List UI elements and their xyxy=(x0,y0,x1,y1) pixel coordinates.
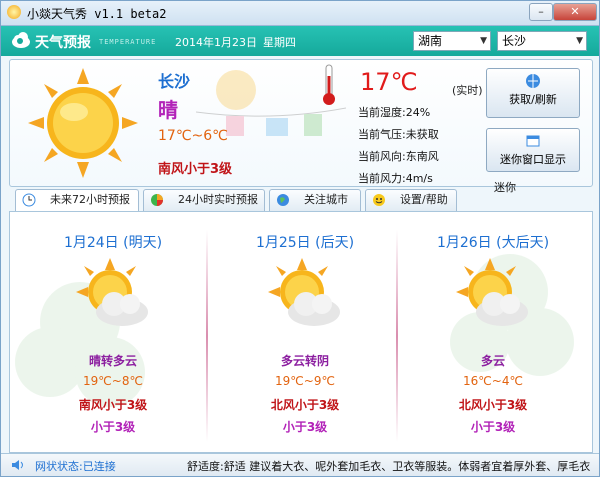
tab-settings-help[interactable]: 设置/帮助 xyxy=(365,189,457,211)
refresh-globe-icon xyxy=(526,74,540,88)
current-city: 长沙 xyxy=(158,72,191,91)
thermometer-icon xyxy=(323,64,335,105)
forecast-condition: 多云转阴 xyxy=(280,354,329,368)
app-window: 小燚天气秀 v1.1 beta2 – ✕ 天气预报 TEMPERATURE 20… xyxy=(0,0,600,477)
partly-cloudy-icon xyxy=(76,258,148,326)
current-date: 2014年1月23日 xyxy=(175,36,257,49)
smiley-icon xyxy=(373,194,385,206)
speaker-icon[interactable] xyxy=(11,459,25,471)
mini-window-button[interactable]: 迷你窗口显示 xyxy=(486,128,580,172)
forecast-date: 1月26日 (大后天) xyxy=(436,235,550,251)
pie-chart-icon xyxy=(151,194,163,206)
today-temp-range: 17℃~6℃ xyxy=(158,128,228,144)
status-bar: 网状状态:已连接 舒适度:舒适 建议着大衣、呢外套加毛衣、卫衣等服装。体弱者宜着… xyxy=(1,453,599,476)
cloud-logo-icon xyxy=(12,32,30,48)
wind-direction-text: 当前风向:东南风 xyxy=(358,150,439,163)
partly-cloudy-icon xyxy=(456,258,528,326)
tab-label: 未来72小时预报 xyxy=(50,193,130,206)
wind-force-text: 当前风力:4m/s xyxy=(358,172,433,185)
tab-label: 24小时实时预报 xyxy=(178,193,258,206)
minimize-button[interactable]: – xyxy=(529,3,553,21)
forecast-wind: 南风小于3级 xyxy=(78,398,148,412)
today-wind: 南风小于3级 xyxy=(158,162,233,177)
province-value: 湖南 xyxy=(418,34,443,48)
window-title: 小燚天气秀 v1.1 beta2 xyxy=(27,7,167,21)
forecast-wind: 北风小于3级 xyxy=(458,398,528,412)
comfort-advice: 舒适度:舒适 建议着大衣、呢外套加毛衣、卫衣等服装。体弱者宜着厚外套、厚毛衣 xyxy=(187,460,591,473)
forecast-wind-force: 小于3级 xyxy=(470,420,516,434)
clock-icon xyxy=(22,193,36,207)
forecast-date: 1月24日 (明天) xyxy=(63,235,163,251)
forecast-temp: 16℃~4℃ xyxy=(463,374,523,388)
logo-subtitle: TEMPERATURE xyxy=(99,38,157,46)
forecast-wind-force: 小于3级 xyxy=(90,420,136,434)
forecast-wind-force: 小于3级 xyxy=(282,420,328,434)
tab-label: 关注城市 xyxy=(304,193,348,206)
current-weather-panel: 长沙 晴 17℃~6℃ 南风小于3级 17℃ (实时) 当前湿度:24% 当前气… xyxy=(9,59,593,194)
tab-label: 设置/帮助 xyxy=(400,193,448,206)
province-select[interactable]: 湖南 ▼ xyxy=(413,31,491,51)
title-bar[interactable]: 小燚天气秀 v1.1 beta2 – ✕ xyxy=(1,1,599,26)
app-sun-icon xyxy=(7,5,21,19)
forecast-date: 1月25日 (后天) xyxy=(255,235,355,251)
sunny-icon xyxy=(28,68,138,178)
chevron-down-icon: ▼ xyxy=(480,36,487,46)
city-value: 长沙 xyxy=(502,34,527,48)
tab-bar: 未来72小时预报 24小时实时预报 关注城市 设置/帮助 xyxy=(15,189,485,212)
tab-72h-forecast[interactable]: 未来72小时预报 xyxy=(15,189,139,212)
refresh-label: 获取/刷新 xyxy=(509,93,557,106)
close-button[interactable]: ✕ xyxy=(553,3,597,21)
current-weekday: 星期四 xyxy=(263,36,296,49)
header-bar: 天气预报 TEMPERATURE 2014年1月23日 星期四 湖南 ▼ 长沙 … xyxy=(1,26,599,56)
partly-cloudy-icon xyxy=(268,258,340,326)
tab-watch-cities[interactable]: 关注城市 xyxy=(269,189,361,211)
current-temperature: 17℃ xyxy=(360,68,418,96)
network-status: 网状状态:已连接 xyxy=(35,460,116,473)
logo-title: 天气预报 xyxy=(35,35,91,51)
forecast-wind: 北风小于3级 xyxy=(270,398,340,412)
current-condition: 晴 xyxy=(158,98,178,122)
mini-window-icon xyxy=(526,135,540,147)
globe-icon xyxy=(277,194,289,206)
forecast-condition: 多云 xyxy=(480,354,505,368)
forecast-temp: 19℃~8℃ xyxy=(83,374,143,388)
tab-24h-forecast[interactable]: 24小时实时预报 xyxy=(143,189,265,211)
pressure-text: 当前气压:未获取 xyxy=(358,128,439,141)
city-select[interactable]: 长沙 ▼ xyxy=(497,31,587,51)
forecast-temp: 19℃~9℃ xyxy=(275,374,335,388)
refresh-button[interactable]: 获取/刷新 xyxy=(486,68,580,118)
forecast-panel: 1月24日 (明天) 晴转多云 19℃~8℃ 南风小于3级 小于3级 1月25日… xyxy=(9,211,593,453)
realtime-label: (实时) xyxy=(452,84,483,97)
forecast-condition: 晴转多云 xyxy=(88,354,137,368)
chevron-down-icon: ▼ xyxy=(576,36,583,46)
mini-window-label: 迷你窗口显示 xyxy=(500,153,566,166)
mini-partial-label: 迷你 xyxy=(494,181,516,194)
humidity-text: 当前湿度:24% xyxy=(358,106,431,119)
